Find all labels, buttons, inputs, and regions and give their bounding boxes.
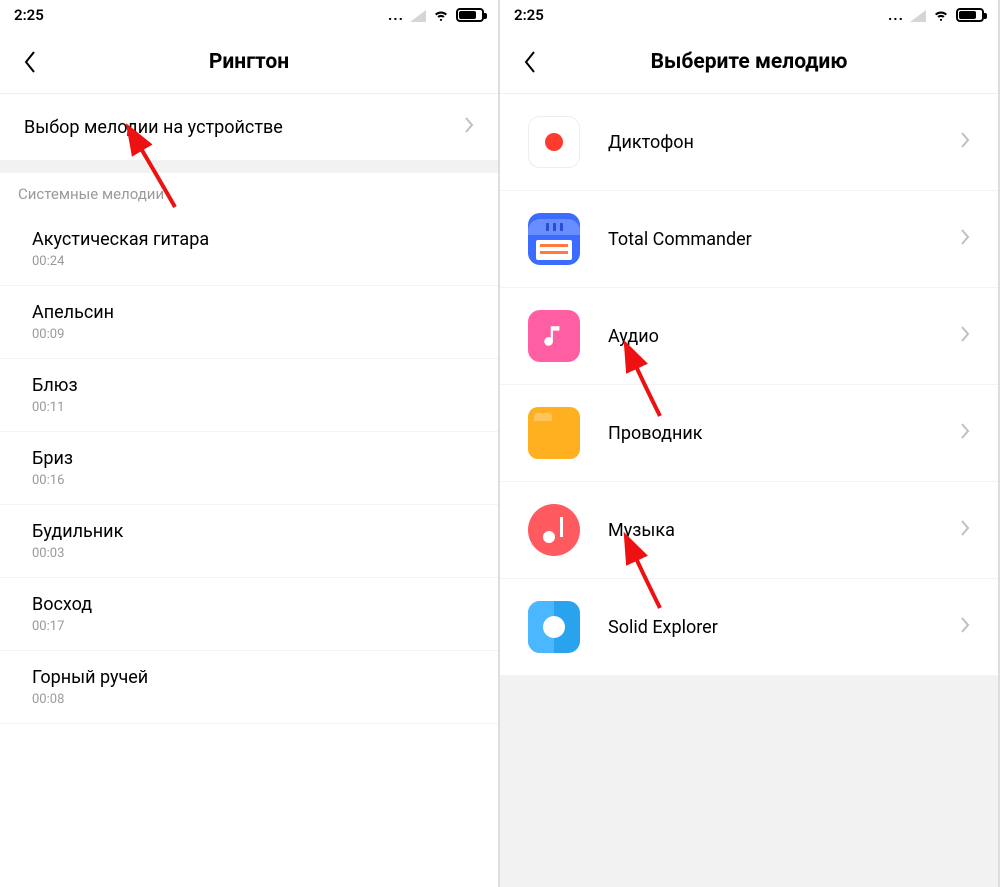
back-button[interactable]: [10, 42, 50, 82]
melody-row[interactable]: Будильник 00:03: [0, 505, 498, 578]
melody-row[interactable]: Апельсин 00:09: [0, 286, 498, 359]
back-button[interactable]: [510, 42, 550, 82]
phone-left: 2:25 ... Рингтон Выбор мелодии на устрой…: [0, 0, 500, 887]
app-label: Проводник: [608, 423, 703, 444]
melody-name: Восход: [32, 594, 92, 615]
solid-explorer-icon: [528, 601, 580, 653]
melody-row[interactable]: Блюз 00:11: [0, 359, 498, 432]
chevron-right-icon: [464, 116, 474, 138]
app-row-audio[interactable]: Аудио: [500, 288, 998, 385]
melody-name: Апельсин: [32, 302, 114, 323]
page-title: Рингтон: [0, 50, 498, 74]
melody-duration: 00:16: [32, 473, 73, 488]
melody-duration: 00:24: [32, 254, 209, 269]
melody-duration: 00:11: [32, 400, 78, 415]
melody-row[interactable]: Акустическая гитара 00:24: [0, 213, 498, 286]
app-label: Аудио: [608, 326, 659, 347]
section-header: Системные мелодии: [0, 173, 498, 213]
app-row-recorder[interactable]: Диктофон: [500, 94, 998, 191]
section-gap: [0, 161, 498, 173]
chevron-right-icon: [960, 325, 970, 347]
signal-icon: [910, 8, 926, 22]
app-row-save[interactable]: Total Commander: [500, 191, 998, 288]
floppy-icon: [528, 213, 580, 265]
app-label: Solid Explorer: [608, 617, 718, 638]
recorder-icon: [528, 116, 580, 168]
folder-icon: [528, 407, 580, 459]
select-melody-on-device-row[interactable]: Выбор мелодии на устройстве: [0, 94, 498, 161]
melody-name: Бриз: [32, 448, 73, 469]
status-bar: 2:25 ...: [0, 0, 498, 30]
app-row-folder[interactable]: Проводник: [500, 385, 998, 482]
chevron-right-icon: [960, 519, 970, 541]
wifi-icon: [432, 6, 450, 24]
status-bar: 2:25 ...: [500, 0, 998, 30]
chevron-right-icon: [960, 616, 970, 638]
status-time: 2:25: [514, 6, 544, 24]
battery-icon: [456, 8, 484, 22]
header: Рингтон: [0, 30, 498, 94]
select-melody-label: Выбор мелодии на устройстве: [24, 117, 283, 138]
melody-row[interactable]: Восход 00:17: [0, 578, 498, 651]
app-label: Total Commander: [608, 229, 752, 250]
app-label: Диктофон: [608, 132, 694, 153]
melody-name: Блюз: [32, 375, 78, 396]
more-icon: ...: [388, 6, 404, 24]
signal-icon: [410, 8, 426, 22]
melody-row[interactable]: Бриз 00:16: [0, 432, 498, 505]
app-label: Музыка: [608, 520, 675, 541]
page-title: Выберите мелодию: [500, 50, 998, 74]
melody-duration: 00:17: [32, 619, 92, 634]
audio-icon: [528, 310, 580, 362]
melody-duration: 00:03: [32, 546, 123, 561]
chevron-right-icon: [960, 422, 970, 444]
header: Выберите мелодию: [500, 30, 998, 94]
app-row-music[interactable]: Музыка: [500, 482, 998, 579]
more-icon: ...: [888, 6, 904, 24]
app-row-solid[interactable]: Solid Explorer: [500, 579, 998, 676]
melody-name: Будильник: [32, 521, 123, 542]
wifi-icon: [932, 6, 950, 24]
phone-right: 2:25 ... Выберите мелодию Диктофон Total …: [500, 0, 1000, 887]
music-icon: [528, 504, 580, 556]
melody-row[interactable]: Горный ручей 00:08: [0, 651, 498, 724]
status-time: 2:25: [14, 6, 44, 24]
melody-duration: 00:08: [32, 692, 148, 707]
melody-name: Горный ручей: [32, 667, 148, 688]
melody-duration: 00:09: [32, 327, 114, 342]
melody-name: Акустическая гитара: [32, 229, 209, 250]
empty-area: [500, 676, 998, 887]
battery-icon: [956, 8, 984, 22]
chevron-right-icon: [960, 131, 970, 153]
chevron-right-icon: [960, 228, 970, 250]
